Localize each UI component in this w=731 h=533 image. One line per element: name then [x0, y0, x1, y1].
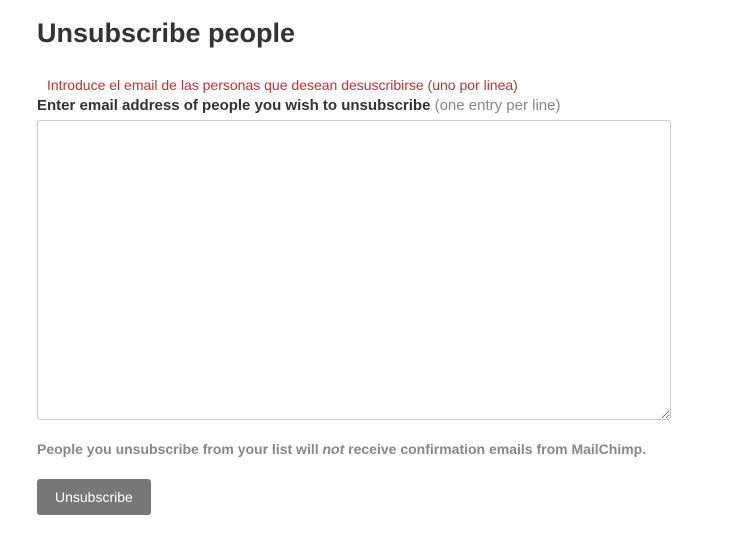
helper-text-translation: Introduce el email de las personas que d… — [47, 77, 694, 93]
field-label-main: Enter email address of people you wish t… — [37, 97, 435, 114]
field-label: Enter email address of people you wish t… — [37, 97, 694, 114]
confirmation-note: People you unsubscribe from your list wi… — [37, 441, 694, 457]
unsubscribe-button[interactable]: Unsubscribe — [37, 479, 151, 515]
note-text-before: People you unsubscribe from your list wi… — [37, 441, 323, 457]
note-text-after: receive confirmation emails from MailChi… — [344, 441, 646, 457]
email-addresses-textarea[interactable] — [37, 120, 671, 420]
field-label-hint: (one entry per line) — [435, 97, 561, 114]
page-title: Unsubscribe people — [37, 18, 694, 49]
note-text-emphasis: not — [323, 441, 345, 457]
